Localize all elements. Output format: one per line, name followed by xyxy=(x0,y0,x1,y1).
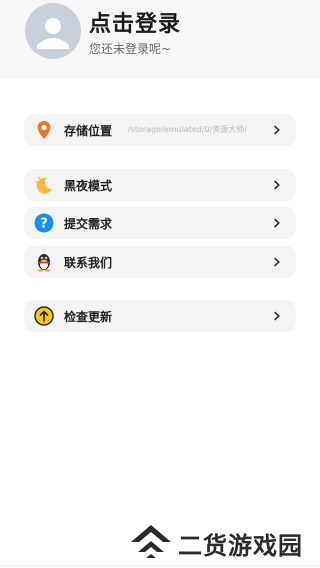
settings-row-dark-mode[interactable]: 黑夜模式 xyxy=(24,169,296,201)
login-subtitle: 您还未登录呢~ xyxy=(89,42,172,56)
user-silhouette-icon xyxy=(37,18,69,49)
location-pin-icon xyxy=(34,120,54,140)
settings-row-label: 存储位置 xyxy=(64,124,113,138)
moon-icon xyxy=(34,175,54,195)
qq-penguin-icon xyxy=(34,252,54,272)
avatar[interactable] xyxy=(25,3,81,59)
svg-text:?: ? xyxy=(40,217,48,232)
chevron-right-icon xyxy=(274,180,280,190)
storage-path-value: /storage/emulated/0/资源大师/ xyxy=(128,125,248,134)
login-title[interactable]: 点击登录 xyxy=(89,6,181,38)
chevron-right-icon xyxy=(274,218,280,228)
bottom-divider xyxy=(0,565,320,566)
watermark-text: 二货游戏园 xyxy=(178,532,303,560)
watermark-logo-icon xyxy=(131,525,171,558)
chevron-right-icon xyxy=(274,257,280,267)
chevron-right-icon xyxy=(274,311,280,321)
settings-row-storage[interactable]: 存储位置 /storage/emulated/0/资源大师/ xyxy=(24,114,296,146)
settings-row-label: 黑夜模式 xyxy=(64,179,113,193)
chevron-right-icon xyxy=(274,125,280,135)
site-watermark: 二货游戏园 xyxy=(128,520,320,560)
settings-row-submit-request[interactable]: ? 提交需求 xyxy=(24,207,296,239)
settings-row-check-update[interactable]: 检查更新 xyxy=(24,300,296,332)
update-arrow-icon xyxy=(34,306,54,326)
settings-row-label: 检查更新 xyxy=(64,310,113,324)
question-icon: ? xyxy=(34,213,54,233)
settings-row-contact-us[interactable]: 联系我们 xyxy=(24,246,296,278)
profile-header[interactable]: 点击登录 您还未登录呢~ xyxy=(0,0,320,79)
settings-row-label: 提交需求 xyxy=(64,217,113,231)
settings-row-label: 联系我们 xyxy=(64,256,113,270)
